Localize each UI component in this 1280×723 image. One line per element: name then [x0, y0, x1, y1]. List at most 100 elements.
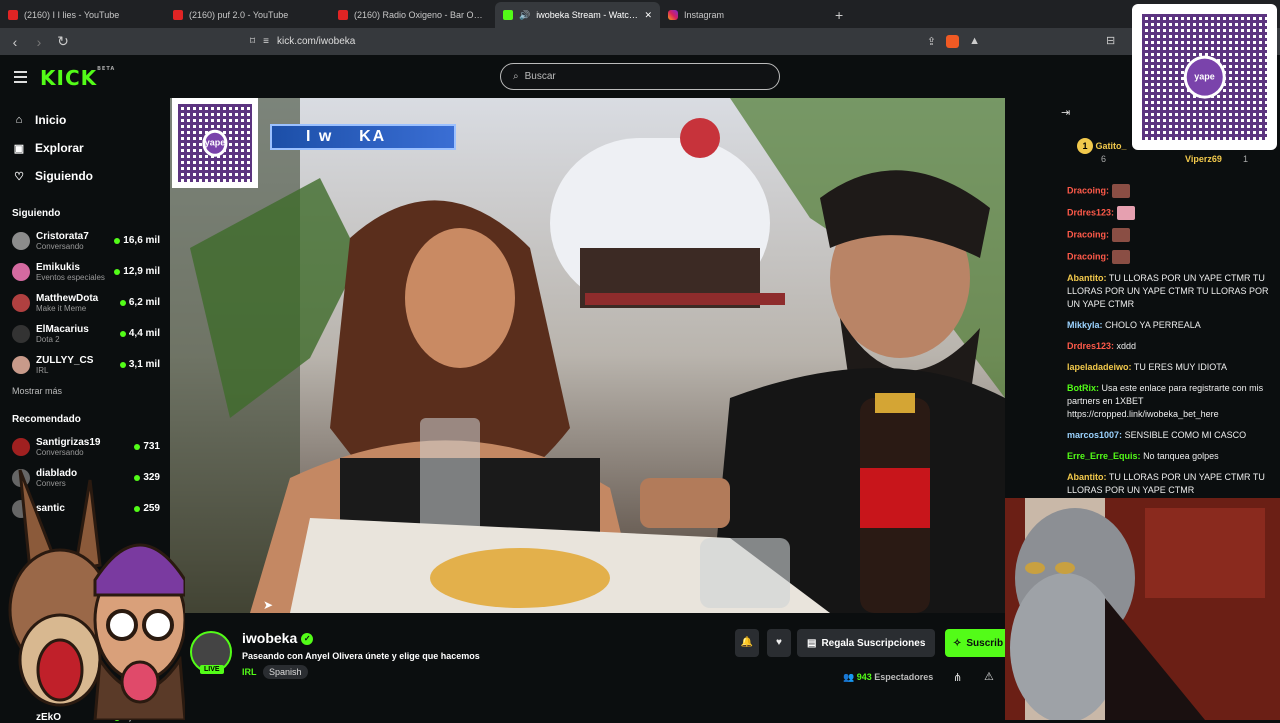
- show-more-link[interactable]: Mostrar más: [0, 386, 170, 396]
- emote-icon: [1111, 228, 1130, 242]
- viewer-counter: 👥 943 Espectadores: [843, 672, 933, 683]
- youtube-icon: [8, 10, 18, 20]
- live-dot: [119, 299, 126, 306]
- search-input[interactable]: ⌕ Buscar: [500, 63, 780, 90]
- stream-video-frame: [170, 98, 1005, 613]
- live-dot: [114, 268, 121, 275]
- yape-logo: yape: [1183, 55, 1226, 99]
- viewers-icon: 👥: [843, 672, 855, 682]
- rewards-icon[interactable]: ▲: [969, 35, 980, 48]
- close-icon[interactable]: ✕: [644, 10, 652, 21]
- browser-tab[interactable]: (2160) puf 2.0 - YouTube: [165, 2, 330, 28]
- nav-label: Explorar: [35, 141, 84, 155]
- chat-username[interactable]: Dracoing:: [1067, 229, 1109, 239]
- collapse-chat-icon[interactable]: ⇥: [1061, 106, 1070, 119]
- chat-message: BotRix: Usa este enlace para registrarte…: [1055, 382, 1280, 421]
- viewer-count: 4,4 mil: [128, 328, 160, 339]
- video-player[interactable]: I w KA: [170, 98, 1005, 613]
- logo-text: KICK: [40, 66, 98, 90]
- emote-icon: [1116, 206, 1135, 220]
- tab-title: iwobeka Stream - Watch Live: [536, 10, 638, 20]
- share-icon[interactable]: ⋔: [953, 671, 962, 684]
- chat-username[interactable]: Drdres123:: [1067, 207, 1114, 217]
- chat-username[interactable]: Drdres123:: [1067, 341, 1114, 351]
- stream-title: Paseando con Anyel Olivera únete y elige…: [242, 651, 480, 661]
- nav-home[interactable]: ⌂ Inicio: [0, 106, 170, 134]
- gift-subs-button[interactable]: ▤ Regala Suscripciones: [797, 629, 936, 657]
- notification-bell-button[interactable]: 🔔: [735, 629, 759, 657]
- live-badge: LIVE: [200, 665, 224, 674]
- chat-message: Dracoing:: [1055, 184, 1280, 198]
- chat-message: Dracoing:: [1055, 228, 1280, 242]
- nav-explore[interactable]: ▣ Explorar: [0, 134, 170, 162]
- stream-category[interactable]: IRL: [242, 667, 257, 677]
- sidebar-channel[interactable]: Santigrizas19 Conversando 731: [0, 431, 170, 462]
- channel-name: Cristorata7: [36, 230, 89, 242]
- heart-icon: ♡: [14, 170, 24, 183]
- chat-username[interactable]: Abantito:: [1067, 273, 1107, 283]
- chat-username[interactable]: Erre_Erre_Equis:: [1067, 451, 1141, 461]
- webcam-image: [1005, 498, 1280, 720]
- stream-info-bar: LIVE iwobeka ✓ Paseando con Anyel Olivera…: [170, 613, 1015, 720]
- avatar: [12, 437, 30, 456]
- back-icon[interactable]: ‹: [8, 34, 22, 50]
- chat-text: No tanquea golpes: [1143, 451, 1219, 461]
- nav-label: Inicio: [35, 113, 67, 127]
- brave-shield-icon[interactable]: [946, 35, 960, 48]
- browser-tab[interactable]: (2160) Radio Oxigeno - Bar Oxigeno: [330, 2, 495, 28]
- chat-message: Drdres123:: [1055, 206, 1280, 220]
- speaker-icon[interactable]: 🔊: [519, 10, 530, 21]
- instagram-icon: [668, 10, 678, 20]
- channel-name[interactable]: iwobeka: [242, 630, 297, 646]
- chat-username[interactable]: Dracoing:: [1067, 251, 1109, 261]
- sidebar-channel[interactable]: Emikukis Eventos especiales 12,9 mil: [0, 256, 170, 287]
- mouse-cursor: ➤: [263, 598, 274, 612]
- sidebar-channel[interactable]: Cristorata7 Conversando 16,6 mil: [0, 225, 170, 256]
- nav-following[interactable]: ♡ Siguiendo: [0, 162, 170, 190]
- chat-username[interactable]: Mikkyla:: [1067, 320, 1103, 330]
- reload-icon[interactable]: ↻: [56, 33, 70, 50]
- avatar: [12, 231, 30, 250]
- chat-username[interactable]: lapeladadeiwo:: [1067, 362, 1132, 372]
- chat-text: CHOLO YA PERREALA: [1105, 320, 1201, 330]
- sidebar-channel[interactable]: ElMacarius Dota 2 4,4 mil: [0, 318, 170, 349]
- chat-message: Erre_Erre_Equis: No tanquea golpes: [1055, 450, 1280, 463]
- sidebar-channel[interactable]: MatthewDota Make it Meme 6,2 mil: [0, 287, 170, 318]
- youtube-icon: [173, 10, 183, 20]
- follow-heart-button[interactable]: ♥: [767, 629, 791, 657]
- kick-logo[interactable]: KICKBETA: [40, 66, 115, 90]
- chat-text: SENSIBLE COMO MI CASCO: [1124, 430, 1247, 440]
- chat-message: Abantito: TU LLORAS POR UN YAPE CTMR TU …: [1055, 471, 1280, 497]
- tab-title: (2160) puf 2.0 - YouTube: [189, 10, 289, 20]
- browser-tab[interactable]: Instagram: [660, 2, 825, 28]
- address-toolbar: ‹ › ↻ ⌑ ≡ kick.com/iwobeka ⇪ ▲ ⊟: [0, 28, 1280, 55]
- chat-username[interactable]: marcos1007:: [1067, 430, 1122, 440]
- bookmark-icon[interactable]: ⌑: [250, 36, 255, 47]
- forward-icon[interactable]: ›: [32, 34, 46, 50]
- sidebar-channel[interactable]: ZULLYY_CS IRL 3,1 mil: [0, 349, 170, 380]
- language-tag[interactable]: Spanish: [263, 665, 308, 679]
- viewer-count: 3,1 mil: [128, 359, 160, 370]
- emote-icon: [1111, 250, 1130, 264]
- url-bar[interactable]: ⌑ ≡ kick.com/iwobeka ⇪ ▲: [240, 31, 990, 52]
- site-info-icon[interactable]: ≡: [263, 36, 269, 47]
- browser-tab[interactable]: (2160) I I lies - YouTube: [0, 2, 165, 28]
- leader-count: 6: [1101, 154, 1107, 164]
- report-icon[interactable]: ⚠: [984, 670, 994, 683]
- new-tab-button[interactable]: +: [825, 2, 853, 28]
- channel-name-row: iwobeka ✓: [242, 630, 314, 646]
- menu-icon[interactable]: [14, 71, 27, 86]
- search-icon: ⌕: [513, 71, 519, 82]
- chat-username[interactable]: Abantito:: [1067, 472, 1107, 482]
- sidebar-toggle-icon[interactable]: ⊟: [1106, 34, 1115, 47]
- streamer-webcam: [1005, 498, 1280, 720]
- live-dot: [134, 443, 141, 450]
- share-icon[interactable]: ⇪: [927, 35, 936, 48]
- gift-icon: ▤: [807, 637, 817, 649]
- nav-label: Siguiendo: [35, 169, 93, 183]
- site-header: KICKBETA ⌕ Buscar: [0, 55, 1280, 98]
- chat-username[interactable]: Dracoing:: [1067, 185, 1109, 195]
- chat-username[interactable]: BotRix:: [1067, 383, 1099, 393]
- viewer-count: 16,6 mil: [123, 235, 160, 246]
- browser-tab-active[interactable]: 🔊 iwobeka Stream - Watch Live ✕: [495, 2, 660, 28]
